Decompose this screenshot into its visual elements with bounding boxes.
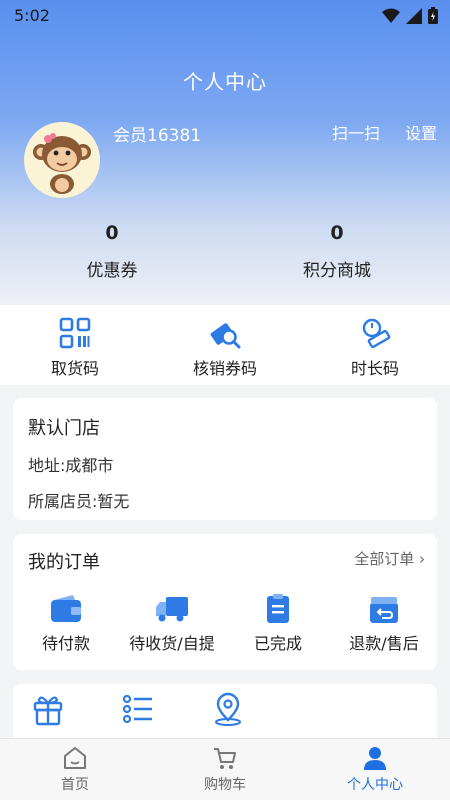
page-title: 个人中心 bbox=[183, 70, 267, 94]
all-orders-link[interactable]: 全部订单 › bbox=[354, 548, 425, 569]
qr-code-icon bbox=[59, 317, 91, 349]
scan-button[interactable]: 扫一扫 bbox=[332, 120, 380, 144]
default-store-card[interactable]: 默认门店 地址:成都市 所属店员:暂无 bbox=[13, 398, 437, 520]
list-icon bbox=[122, 694, 152, 724]
cart-icon bbox=[214, 748, 236, 769]
truck-icon bbox=[156, 597, 188, 622]
services-row bbox=[13, 684, 437, 730]
order-to-receive[interactable]: 待收货/自提 bbox=[119, 594, 225, 654]
gift-icon bbox=[33, 696, 63, 726]
wallet-icon bbox=[51, 595, 81, 622]
services-card bbox=[13, 684, 437, 744]
order-refund[interactable]: 退款/售后 bbox=[331, 594, 437, 654]
member-name: 会员16381 bbox=[113, 126, 202, 146]
chevron-right-icon: › bbox=[419, 550, 425, 568]
location-icon bbox=[215, 692, 241, 726]
coupons-label: 优惠券 bbox=[86, 261, 138, 281]
pending-payment-label: 待付款 bbox=[41, 634, 90, 653]
tab-profile-label: 个人中心 bbox=[347, 777, 403, 793]
tab-profile[interactable]: 个人中心 bbox=[300, 739, 450, 800]
status-bar: 5:02 bbox=[0, 0, 450, 32]
refund-box-icon bbox=[370, 597, 398, 623]
points-label: 积分商城 bbox=[303, 261, 371, 281]
pickup-code-label: 取货码 bbox=[50, 359, 99, 378]
points-count: 0 bbox=[330, 222, 344, 244]
clipboard-icon bbox=[267, 594, 289, 623]
store-clerk: 所属店员:暂无 bbox=[28, 492, 130, 511]
status-icons bbox=[382, 7, 438, 24]
stat-coupons[interactable]: 0 优惠券 bbox=[32, 222, 192, 281]
quick-actions: 取货码 核销券码 时长码 bbox=[0, 305, 450, 385]
avatar[interactable] bbox=[24, 122, 100, 198]
settings-button[interactable]: 设置 bbox=[405, 120, 437, 144]
coupon-scan-icon bbox=[210, 323, 241, 349]
service-location[interactable] bbox=[211, 692, 245, 730]
tab-home[interactable]: 首页 bbox=[0, 739, 150, 800]
verify-coupon-label: 核销券码 bbox=[192, 359, 257, 378]
service-list[interactable] bbox=[121, 692, 155, 730]
status-time: 5:02 bbox=[14, 6, 50, 25]
wifi-icon bbox=[382, 8, 400, 23]
store-address: 地址:成都市 bbox=[28, 456, 114, 475]
service-gift[interactable] bbox=[31, 692, 65, 730]
home-icon bbox=[64, 747, 86, 769]
user-icon bbox=[364, 747, 386, 770]
orders-title: 我的订单 bbox=[28, 552, 100, 573]
all-orders-label: 全部订单 bbox=[354, 550, 415, 568]
orders-card: 我的订单 全部订单 › 待付款 待收货/自提 已完成 退款/售后 bbox=[13, 534, 437, 670]
duration-ruler-icon bbox=[362, 318, 391, 349]
order-status-row: 待付款 待收货/自提 已完成 退款/售后 bbox=[13, 594, 437, 654]
tab-cart[interactable]: 购物车 bbox=[150, 739, 300, 800]
refund-label: 退款/售后 bbox=[349, 634, 419, 653]
verify-coupon-button[interactable]: 核销券码 bbox=[150, 305, 300, 385]
bottom-tab-bar: 首页 购物车 个人中心 bbox=[0, 738, 450, 800]
pickup-code-button[interactable]: 取货码 bbox=[0, 305, 150, 385]
to-receive-label: 待收货/自提 bbox=[129, 634, 215, 653]
order-completed[interactable]: 已完成 bbox=[225, 594, 331, 654]
tab-cart-label: 购物车 bbox=[204, 777, 246, 793]
battery-icon bbox=[428, 7, 438, 24]
duration-code-label: 时长码 bbox=[350, 359, 399, 378]
signal-icon bbox=[406, 7, 422, 24]
monkey-avatar-icon bbox=[33, 133, 91, 194]
coupons-count: 0 bbox=[105, 222, 119, 244]
tab-home-label: 首页 bbox=[61, 777, 89, 793]
order-pending-payment[interactable]: 待付款 bbox=[13, 594, 119, 654]
store-title: 默认门店 bbox=[28, 418, 100, 439]
completed-label: 已完成 bbox=[253, 634, 302, 653]
stat-points-mall[interactable]: 0 积分商城 bbox=[257, 222, 417, 281]
duration-code-button[interactable]: 时长码 bbox=[300, 305, 450, 385]
